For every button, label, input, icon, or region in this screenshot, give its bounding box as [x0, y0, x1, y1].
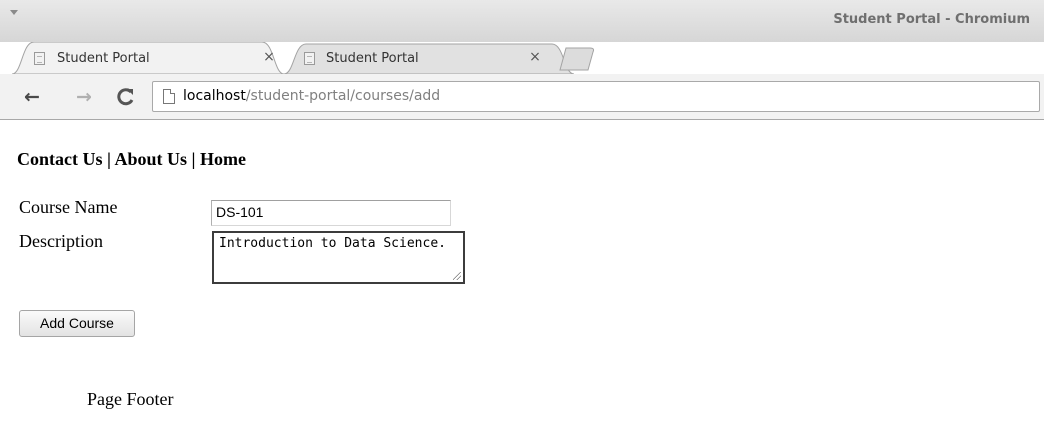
description-textarea[interactable]: Introduction to Data Science.: [212, 231, 465, 284]
new-tab-button[interactable]: [556, 42, 600, 74]
nav-link-home[interactable]: Home: [200, 149, 246, 169]
tab-title: Student Portal: [57, 51, 150, 66]
forward-button[interactable]: →: [72, 86, 96, 108]
window-titlebar: Student Portal - Chromium: [0, 0, 1044, 42]
address-bar[interactable]: localhost/student-portal/courses/add: [152, 81, 1040, 112]
tab-close-icon[interactable]: ×: [528, 50, 542, 64]
page-content: Contact Us | About Us | Home Course Name…: [0, 120, 1044, 437]
url-text[interactable]: localhost/student-portal/courses/add: [183, 88, 440, 104]
page-footer: Page Footer: [87, 389, 174, 409]
course-name-label: Course Name: [19, 197, 118, 217]
page-favicon-icon: [304, 52, 315, 65]
reload-button[interactable]: [114, 86, 138, 108]
reload-icon: [117, 88, 134, 106]
tab-student-portal-2[interactable]: Student Portal ×: [284, 42, 574, 74]
tab-student-portal-1[interactable]: Student Portal ×: [12, 42, 284, 74]
description-label: Description: [19, 231, 103, 251]
nav-separator: |: [102, 149, 115, 169]
resize-handle-icon[interactable]: [453, 272, 461, 280]
course-name-input[interactable]: DS-101: [211, 200, 451, 226]
url-host: localhost: [183, 88, 246, 104]
page-favicon-icon: [34, 52, 45, 65]
tab-title: Student Portal: [326, 51, 419, 66]
page-icon: [163, 89, 175, 104]
window-menu-icon[interactable]: [10, 10, 18, 15]
new-tab-icon: [559, 47, 595, 71]
back-button[interactable]: ←: [20, 86, 44, 108]
browser-toolbar: ← → localhost/student-portal/courses/add: [0, 74, 1044, 120]
window-title: Student Portal - Chromium: [833, 12, 1030, 27]
url-path: /student-portal/courses/add: [245, 88, 441, 104]
nav-separator: |: [187, 149, 200, 169]
add-course-button[interactable]: Add Course: [19, 310, 135, 337]
nav-link-about-us[interactable]: About Us: [114, 149, 187, 169]
nav-link-contact-us[interactable]: Contact Us: [17, 149, 103, 169]
tab-close-icon[interactable]: ×: [262, 50, 276, 64]
description-text: Introduction to Data Science.: [219, 236, 446, 251]
top-nav: Contact Us | About Us | Home: [17, 149, 246, 170]
